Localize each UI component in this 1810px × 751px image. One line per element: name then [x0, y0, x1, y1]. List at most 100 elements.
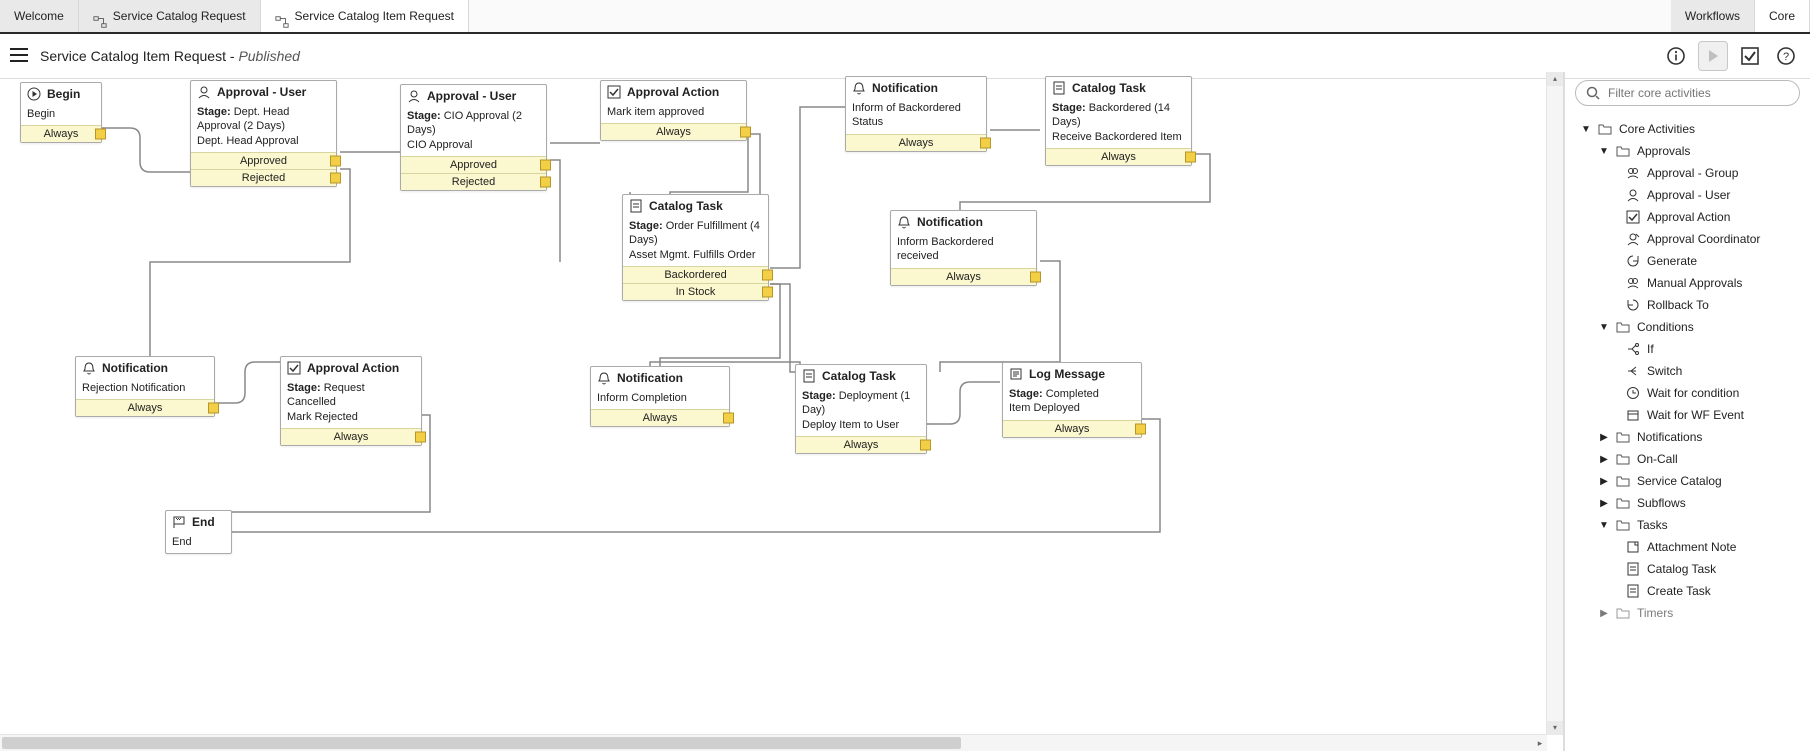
node-notif-complete[interactable]: Notification Inform Completion Always	[590, 366, 730, 427]
node-notif-reject[interactable]: Notification Rejection Notification Alwa…	[75, 356, 215, 417]
validate-button[interactable]	[1736, 42, 1764, 70]
out-label: Always	[128, 402, 163, 414]
stage-label: Stage:	[407, 110, 441, 122]
tree-item[interactable]: If	[1569, 338, 1806, 360]
node-catalog-task-receive[interactable]: Catalog Task Stage: Backordered (14 Days…	[1045, 76, 1192, 166]
search-box[interactable]	[1575, 80, 1800, 106]
out-port[interactable]	[415, 431, 426, 442]
tree-item[interactable]: Approval Action	[1569, 206, 1806, 228]
node-approval-user-1[interactable]: Approval - User Stage: Dept. Head Approv…	[190, 80, 337, 187]
help-button[interactable]: ?	[1772, 42, 1800, 70]
out-port[interactable]	[920, 439, 931, 450]
out-port[interactable]	[723, 413, 734, 424]
node-title: End	[192, 515, 215, 529]
tree-group-service-catalog[interactable]: ▶Service Catalog	[1569, 470, 1806, 492]
page-title: Service Catalog Item Request - Published	[40, 48, 300, 64]
note-icon	[1625, 539, 1641, 555]
menu-button[interactable]	[10, 48, 28, 65]
tree-label: Rollback To	[1647, 298, 1709, 312]
tree-item[interactable]: Approval - Group	[1569, 162, 1806, 184]
task-icon	[1625, 561, 1641, 577]
tree-group-approvals[interactable]: ▼Approvals	[1569, 140, 1806, 162]
node-desc: Rejection Notification	[82, 382, 185, 394]
tree-group-conditions[interactable]: ▼Conditions	[1569, 316, 1806, 338]
out-port[interactable]	[330, 155, 341, 166]
out-label: In Stock	[676, 286, 716, 298]
tab-service-catalog-item-request[interactable]: Service Catalog Item Request	[261, 0, 469, 32]
node-catalog-task-deploy[interactable]: Catalog Task Stage: Deployment (1 Day)De…	[795, 364, 927, 454]
task-icon	[629, 199, 643, 213]
node-notif-received[interactable]: Notification Inform Backordered received…	[890, 210, 1037, 286]
node-desc: Mark item approved	[607, 106, 704, 118]
bell-icon	[897, 215, 911, 229]
out-label: Always	[643, 412, 678, 424]
out-port[interactable]	[1030, 271, 1041, 282]
tree-item[interactable]: Create Task	[1569, 580, 1806, 602]
horizontal-scrollbar[interactable]: ◂▸	[0, 734, 1547, 751]
scrollbar-thumb[interactable]	[2, 737, 961, 749]
tab-welcome[interactable]: Welcome	[0, 0, 79, 32]
tree-item[interactable]: Generate	[1569, 250, 1806, 272]
out-port[interactable]	[762, 269, 773, 280]
out-port[interactable]	[540, 159, 551, 170]
out-port[interactable]	[540, 176, 551, 187]
tree-item[interactable]: Manual Approvals	[1569, 272, 1806, 294]
play-button[interactable]	[1698, 41, 1728, 71]
tree-item[interactable]: Catalog Task	[1569, 558, 1806, 580]
tree-group-oncall[interactable]: ▶On-Call	[1569, 448, 1806, 470]
node-title: Approval Action	[627, 85, 719, 99]
tree-item[interactable]: Attachment Note	[1569, 536, 1806, 558]
vertical-scrollbar[interactable]: ▴▾	[1546, 72, 1563, 735]
node-title: Catalog Task	[822, 369, 896, 383]
node-log-message[interactable]: Log Message Stage: CompletedItem Deploye…	[1002, 362, 1142, 438]
tree-group-notifications[interactable]: ▶Notifications	[1569, 426, 1806, 448]
tab-service-catalog-request[interactable]: Service Catalog Request	[79, 0, 261, 32]
tree-group-subflows[interactable]: ▶Subflows	[1569, 492, 1806, 514]
out-port[interactable]	[95, 129, 106, 140]
workflow-canvas[interactable]: Begin Begin Always Approval - User Stage…	[0, 72, 1300, 712]
out-port[interactable]	[1185, 151, 1196, 162]
node-approval-action-cancel[interactable]: Approval Action Stage: Request Cancelled…	[280, 356, 422, 446]
title-text: Service Catalog Item Request	[40, 48, 226, 64]
out-port[interactable]	[1135, 423, 1146, 434]
node-approval-user-2[interactable]: Approval - User Stage: CIO Approval (2 D…	[400, 84, 547, 191]
coordinator-icon	[1625, 231, 1641, 247]
tab-workflows[interactable]: Workflows	[1671, 0, 1755, 32]
tab-core[interactable]: Core	[1755, 0, 1810, 32]
tree-item[interactable]: Switch	[1569, 360, 1806, 382]
tree-group-tasks[interactable]: ▼Tasks	[1569, 514, 1806, 536]
user-icon	[407, 89, 421, 103]
tree-item[interactable]: Approval Coordinator	[1569, 228, 1806, 250]
rollback-icon	[1625, 297, 1641, 313]
node-notif-backordered[interactable]: Notification Inform of Backordered Statu…	[845, 76, 987, 152]
manual-icon	[1625, 275, 1641, 291]
node-catalog-task-fulfill[interactable]: Catalog Task Stage: Order Fulfillment (4…	[622, 194, 769, 301]
node-approval-action-approve[interactable]: Approval Action Mark item approved Alway…	[600, 80, 747, 141]
node-end[interactable]: End End	[165, 510, 232, 554]
folder-icon	[1615, 517, 1631, 533]
out-port[interactable]	[762, 286, 773, 297]
tree-item[interactable]: Wait for condition	[1569, 382, 1806, 404]
out-port[interactable]	[980, 137, 991, 148]
tree-item[interactable]: Rollback To	[1569, 294, 1806, 316]
tree-label: Approval - Group	[1647, 166, 1738, 180]
node-title: Begin	[47, 87, 80, 101]
tree-item[interactable]: Wait for WF Event	[1569, 404, 1806, 426]
caret-down-icon: ▼	[1599, 520, 1609, 531]
out-port[interactable]	[330, 172, 341, 183]
tree-group-timers[interactable]: ▶Timers	[1569, 602, 1806, 624]
out-label: Always	[1055, 423, 1090, 435]
top-tab-bar: Welcome Service Catalog Request Service …	[0, 0, 1810, 34]
group-icon	[1625, 165, 1641, 181]
tree-item[interactable]: Approval - User	[1569, 184, 1806, 206]
out-port[interactable]	[740, 127, 751, 138]
node-begin[interactable]: Begin Begin Always	[20, 82, 102, 143]
tree-label: Wait for WF Event	[1647, 408, 1744, 422]
tree-root[interactable]: ▼Core Activities	[1569, 118, 1806, 140]
workflow-canvas-wrap[interactable]: Begin Begin Always Approval - User Stage…	[0, 72, 1564, 751]
user-icon	[197, 85, 211, 99]
tree-label: On-Call	[1637, 452, 1678, 466]
out-port[interactable]	[208, 403, 219, 414]
search-input[interactable]	[1606, 85, 1789, 101]
info-button[interactable]	[1662, 42, 1690, 70]
